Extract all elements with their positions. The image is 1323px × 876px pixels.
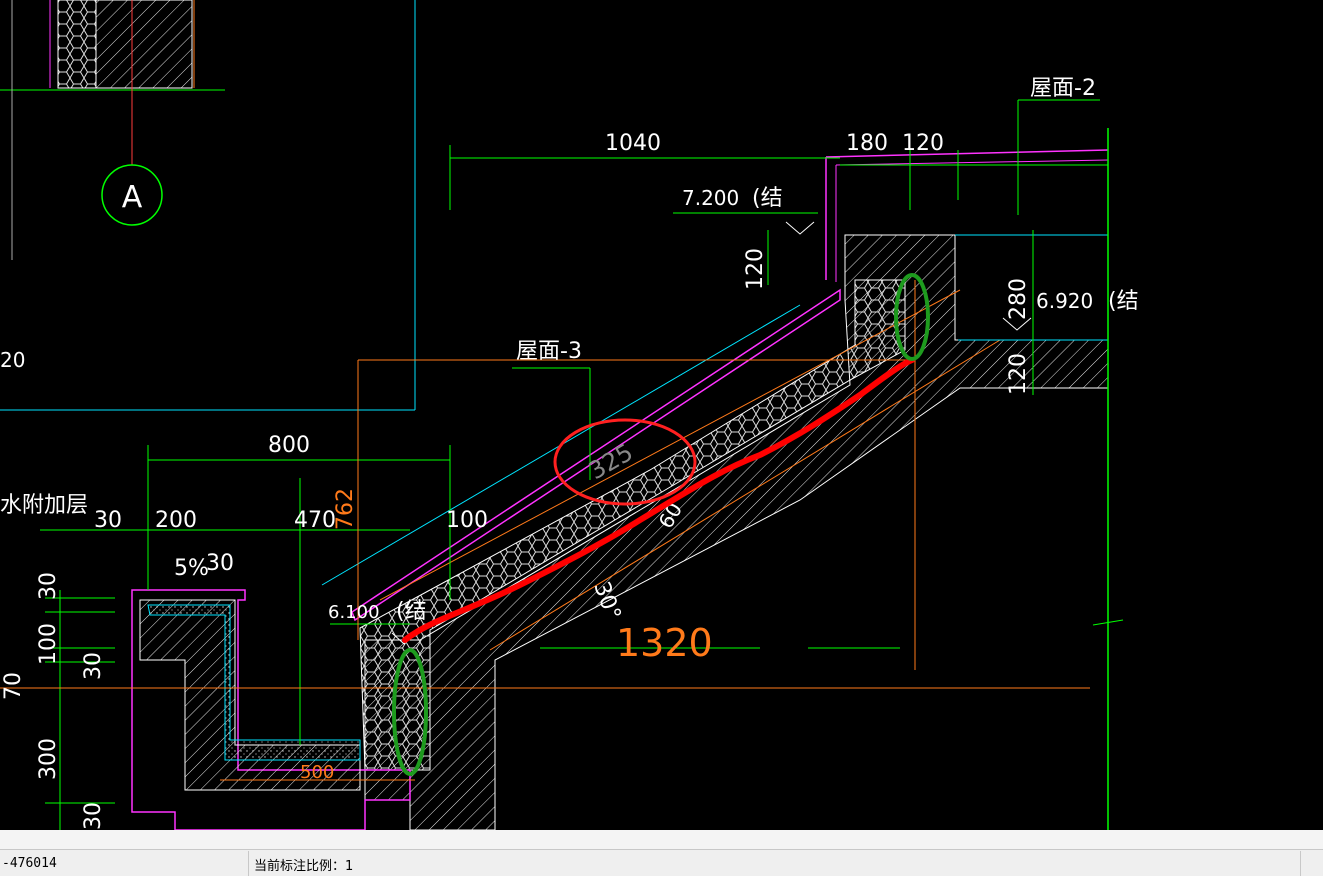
struct-note-c: (结	[396, 599, 427, 624]
dim-v30: 30	[36, 572, 61, 600]
dim-120: 120	[902, 131, 944, 156]
status-separator-right	[1300, 851, 1301, 876]
axis-a-label: A	[122, 180, 143, 215]
label-roof2: 屋面-2	[1030, 76, 1096, 101]
elev-6100: 6.100	[328, 602, 380, 623]
cad-drawing: A 1040 180 120 800 30 200 470 100 30 500…	[0, 0, 1139, 831]
dim-762: 762	[333, 488, 358, 530]
struct-note-b: (结	[1108, 289, 1139, 314]
dim-30b: 30	[206, 551, 234, 576]
status-bar: -476014 当前标注比例：1	[0, 830, 1323, 876]
axis-bubble-a[interactable]: A	[101, 164, 163, 226]
slope-label: 5%	[174, 556, 209, 581]
dim-200: 200	[155, 508, 197, 533]
dim-800: 800	[268, 433, 310, 458]
status-bar-top-strip	[0, 830, 1323, 850]
cad-drawing-canvas[interactable]: A 1040 180 120 800 30 200 470 100 30 500…	[0, 0, 1323, 831]
dim-v300: 300	[36, 738, 61, 780]
coordinate-readout: -476014	[2, 856, 57, 871]
dim-470: 470	[294, 508, 336, 533]
status-separator	[248, 851, 249, 876]
dim-120-right: 120	[1006, 353, 1031, 395]
dim-280: 280	[1006, 278, 1031, 320]
dim-180: 180	[846, 131, 888, 156]
dim-120-vertical: 120	[743, 248, 768, 290]
dim-30: 30	[94, 508, 122, 533]
dim-1040: 1040	[605, 131, 661, 156]
dim-v70: 70	[1, 672, 26, 700]
dim-500: 500	[300, 762, 334, 783]
upper-wall-detail	[0, 0, 416, 411]
left-dim-fragment: 20	[0, 348, 25, 372]
label-waterproof: 水附加层	[0, 493, 88, 518]
dim-1320: 1320	[616, 621, 713, 665]
struct-note-a: (结	[752, 186, 783, 211]
annotation-scale-label: 当前标注比例：1	[254, 859, 354, 874]
label-roof3: 屋面-3	[516, 339, 582, 364]
roof-section	[321, 128, 1124, 831]
dim-v30b: 30	[81, 652, 106, 680]
dim-100: 100	[446, 508, 488, 533]
elev-7200: 7.200	[682, 186, 739, 210]
dim-v30c: 30	[81, 802, 106, 830]
elev-6920: 6.920	[1036, 289, 1093, 313]
dim-v100: 100	[36, 623, 61, 665]
dim-325: 325	[584, 438, 638, 485]
